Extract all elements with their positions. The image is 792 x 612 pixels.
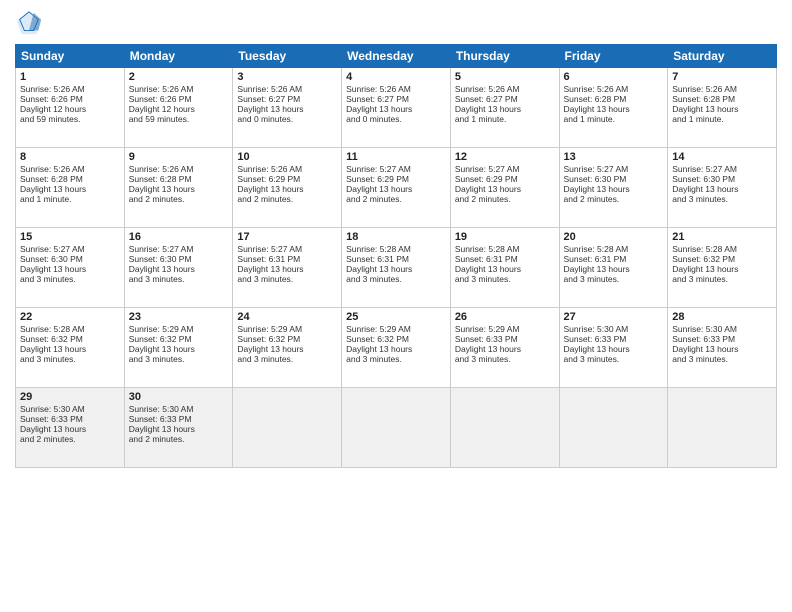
week-row-2: 8Sunrise: 5:26 AMSunset: 6:28 PMDaylight… [16, 148, 777, 228]
calendar-cell: 30Sunrise: 5:30 AMSunset: 6:33 PMDayligh… [124, 388, 233, 468]
calendar-cell: 9Sunrise: 5:26 AMSunset: 6:28 PMDaylight… [124, 148, 233, 228]
calendar-cell: 18Sunrise: 5:28 AMSunset: 6:31 PMDayligh… [342, 228, 451, 308]
col-sunday: Sunday [16, 45, 125, 68]
calendar-cell: 26Sunrise: 5:29 AMSunset: 6:33 PMDayligh… [450, 308, 559, 388]
calendar-cell [559, 388, 668, 468]
calendar-cell: 10Sunrise: 5:26 AMSunset: 6:29 PMDayligh… [233, 148, 342, 228]
calendar-cell: 21Sunrise: 5:28 AMSunset: 6:32 PMDayligh… [668, 228, 777, 308]
col-thursday: Thursday [450, 45, 559, 68]
calendar-cell: 25Sunrise: 5:29 AMSunset: 6:32 PMDayligh… [342, 308, 451, 388]
col-wednesday: Wednesday [342, 45, 451, 68]
col-friday: Friday [559, 45, 668, 68]
calendar-cell: 8Sunrise: 5:26 AMSunset: 6:28 PMDaylight… [16, 148, 125, 228]
calendar-page: Sunday Monday Tuesday Wednesday Thursday… [0, 0, 792, 612]
calendar-cell: 19Sunrise: 5:28 AMSunset: 6:31 PMDayligh… [450, 228, 559, 308]
week-row-3: 15Sunrise: 5:27 AMSunset: 6:30 PMDayligh… [16, 228, 777, 308]
calendar-cell: 13Sunrise: 5:27 AMSunset: 6:30 PMDayligh… [559, 148, 668, 228]
col-monday: Monday [124, 45, 233, 68]
week-row-1: 1Sunrise: 5:26 AMSunset: 6:26 PMDaylight… [16, 68, 777, 148]
week-row-5: 29Sunrise: 5:30 AMSunset: 6:33 PMDayligh… [16, 388, 777, 468]
header-row: Sunday Monday Tuesday Wednesday Thursday… [16, 45, 777, 68]
calendar-cell [450, 388, 559, 468]
calendar-cell: 24Sunrise: 5:29 AMSunset: 6:32 PMDayligh… [233, 308, 342, 388]
calendar-cell [233, 388, 342, 468]
logo [15, 10, 47, 38]
calendar-cell: 28Sunrise: 5:30 AMSunset: 6:33 PMDayligh… [668, 308, 777, 388]
calendar-cell: 1Sunrise: 5:26 AMSunset: 6:26 PMDaylight… [16, 68, 125, 148]
header [15, 10, 777, 38]
calendar-cell: 14Sunrise: 5:27 AMSunset: 6:30 PMDayligh… [668, 148, 777, 228]
calendar-cell: 15Sunrise: 5:27 AMSunset: 6:30 PMDayligh… [16, 228, 125, 308]
calendar-cell: 16Sunrise: 5:27 AMSunset: 6:30 PMDayligh… [124, 228, 233, 308]
calendar-cell: 20Sunrise: 5:28 AMSunset: 6:31 PMDayligh… [559, 228, 668, 308]
calendar-cell: 11Sunrise: 5:27 AMSunset: 6:29 PMDayligh… [342, 148, 451, 228]
week-row-4: 22Sunrise: 5:28 AMSunset: 6:32 PMDayligh… [16, 308, 777, 388]
calendar-cell [342, 388, 451, 468]
calendar-cell: 12Sunrise: 5:27 AMSunset: 6:29 PMDayligh… [450, 148, 559, 228]
calendar-cell [668, 388, 777, 468]
calendar-cell: 17Sunrise: 5:27 AMSunset: 6:31 PMDayligh… [233, 228, 342, 308]
calendar-cell: 29Sunrise: 5:30 AMSunset: 6:33 PMDayligh… [16, 388, 125, 468]
calendar-cell: 5Sunrise: 5:26 AMSunset: 6:27 PMDaylight… [450, 68, 559, 148]
calendar-table: Sunday Monday Tuesday Wednesday Thursday… [15, 44, 777, 468]
col-saturday: Saturday [668, 45, 777, 68]
calendar-cell: 4Sunrise: 5:26 AMSunset: 6:27 PMDaylight… [342, 68, 451, 148]
calendar-cell: 23Sunrise: 5:29 AMSunset: 6:32 PMDayligh… [124, 308, 233, 388]
logo-icon [15, 10, 43, 38]
calendar-cell: 3Sunrise: 5:26 AMSunset: 6:27 PMDaylight… [233, 68, 342, 148]
calendar-cell: 7Sunrise: 5:26 AMSunset: 6:28 PMDaylight… [668, 68, 777, 148]
calendar-cell: 22Sunrise: 5:28 AMSunset: 6:32 PMDayligh… [16, 308, 125, 388]
col-tuesday: Tuesday [233, 45, 342, 68]
calendar-cell: 2Sunrise: 5:26 AMSunset: 6:26 PMDaylight… [124, 68, 233, 148]
calendar-cell: 6Sunrise: 5:26 AMSunset: 6:28 PMDaylight… [559, 68, 668, 148]
calendar-cell: 27Sunrise: 5:30 AMSunset: 6:33 PMDayligh… [559, 308, 668, 388]
